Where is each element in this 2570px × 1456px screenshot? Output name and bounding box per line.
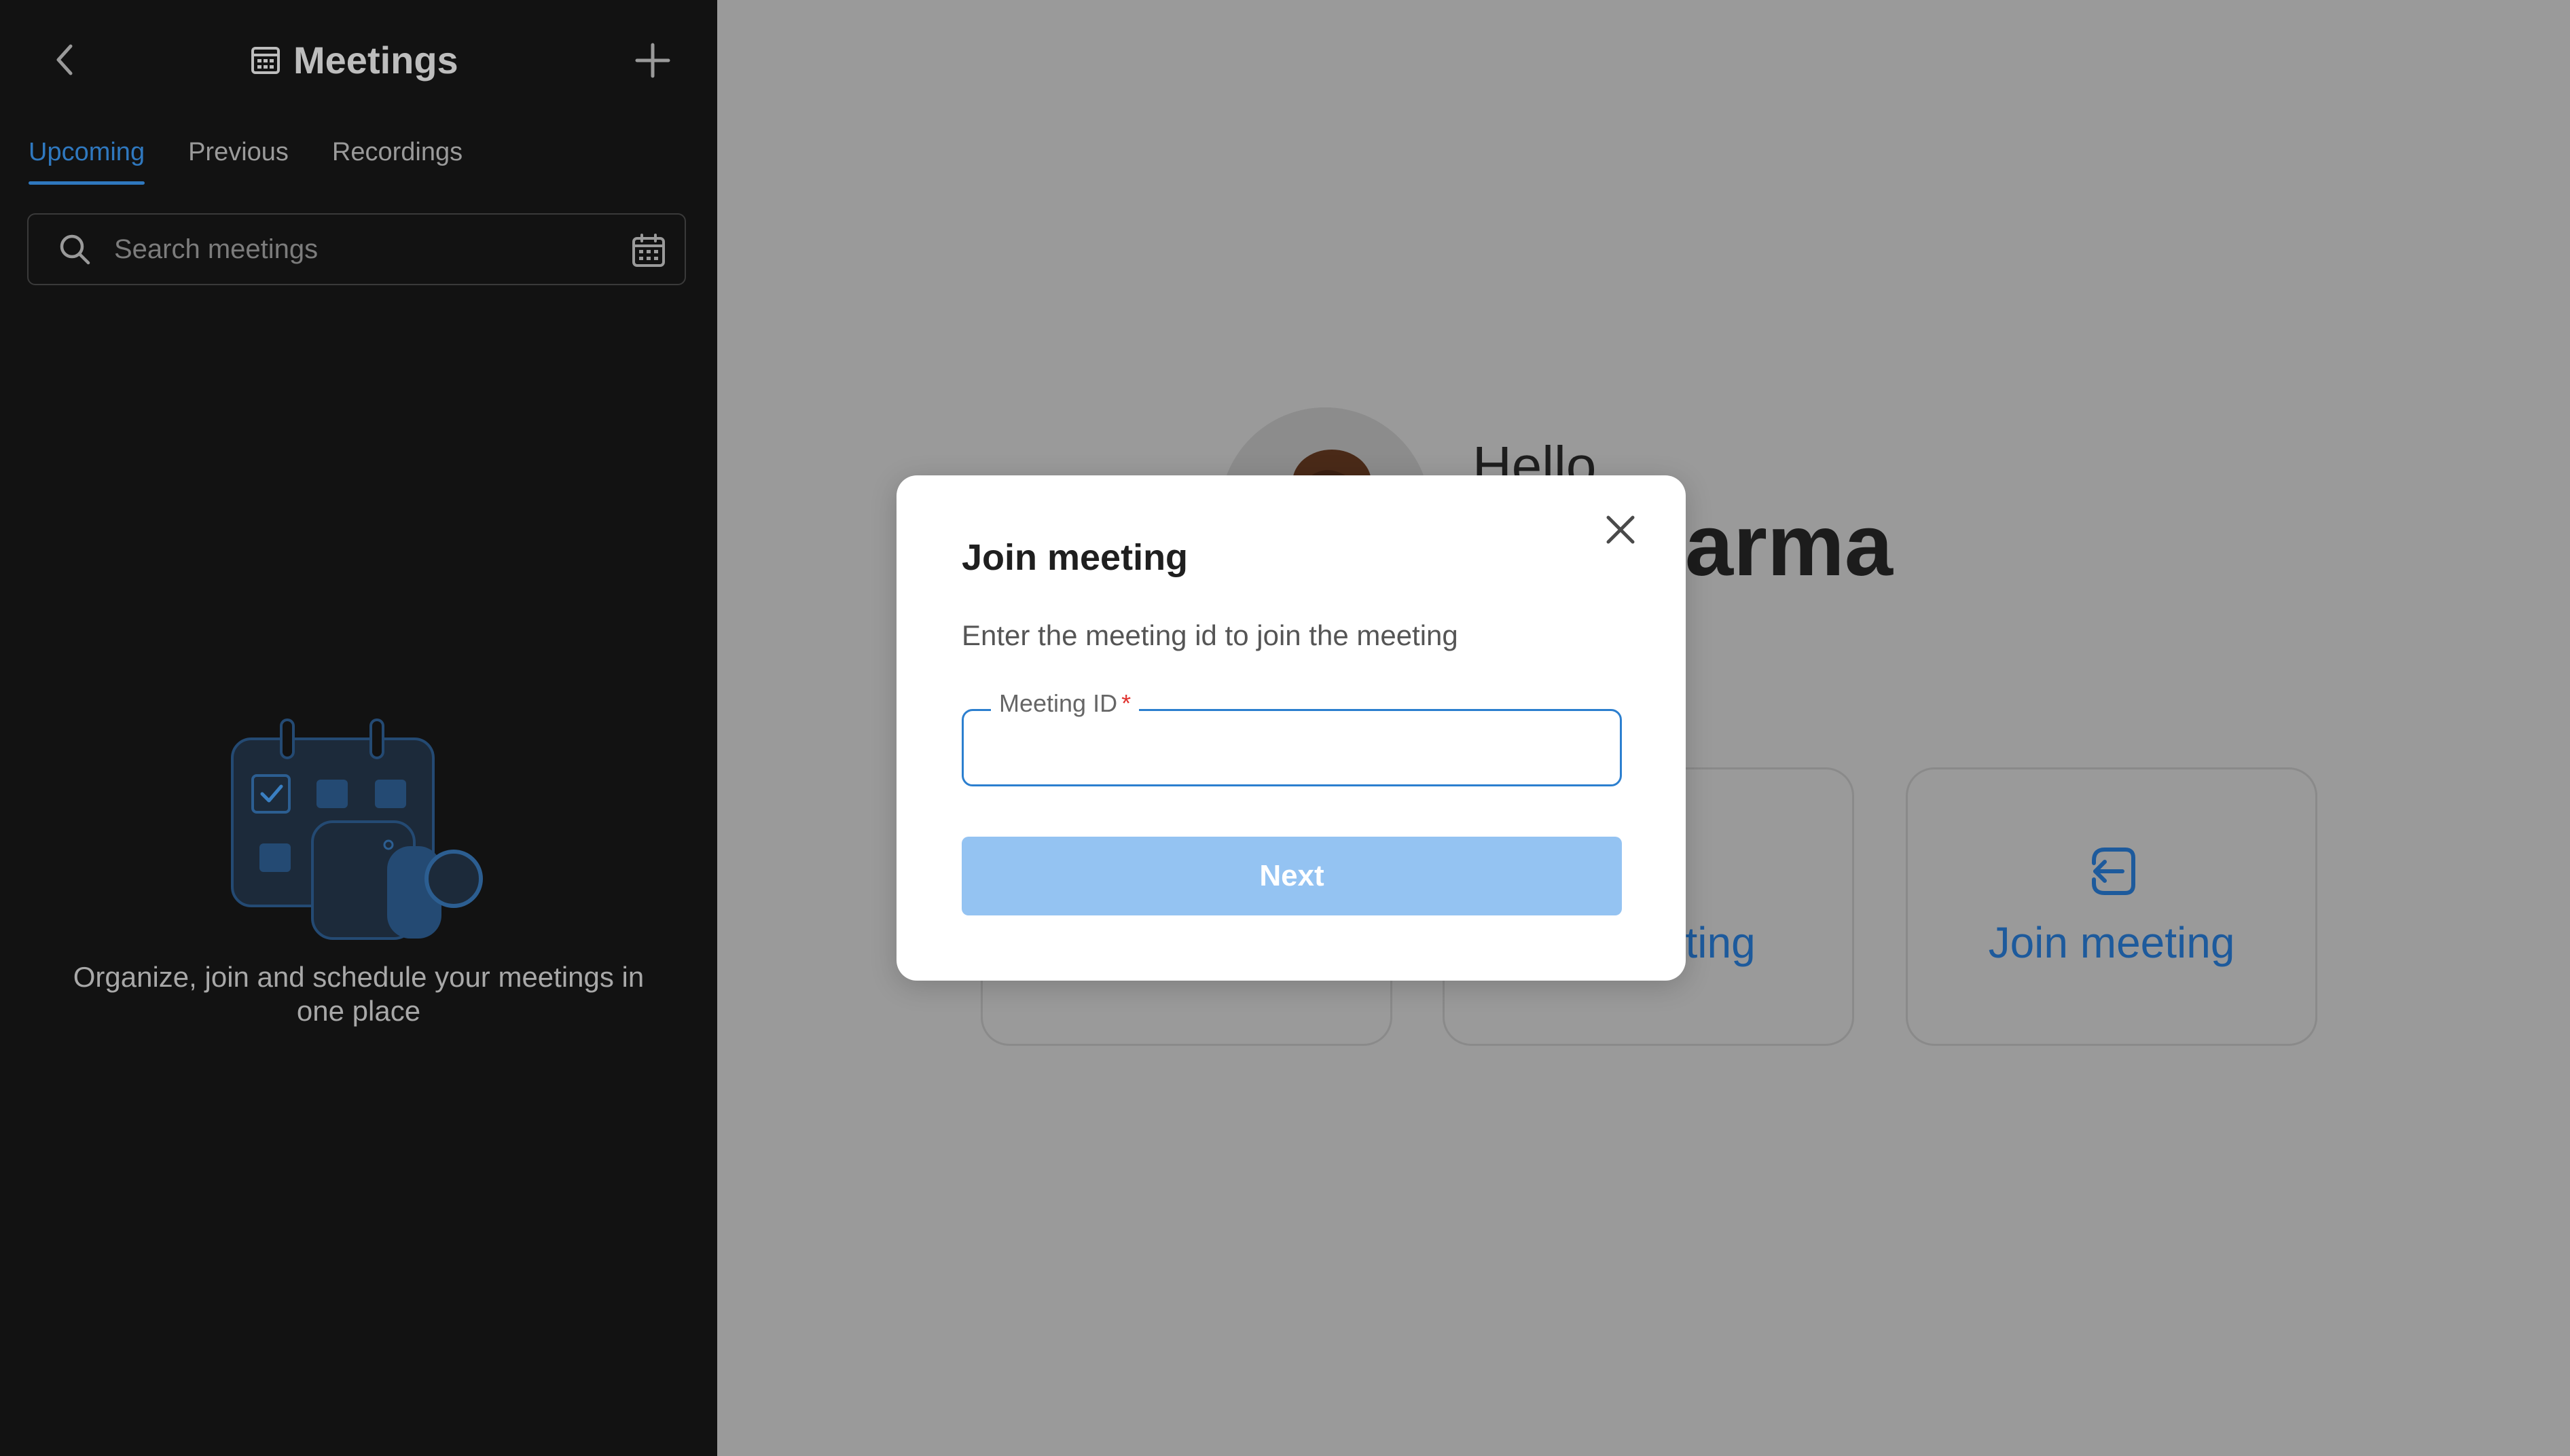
meeting-id-label: Meeting ID * xyxy=(991,687,1140,721)
search-icon xyxy=(60,234,90,265)
sidebar-title: Meetings xyxy=(293,38,458,81)
join-enter-icon xyxy=(2092,848,2135,895)
close-icon xyxy=(1606,515,1635,544)
meeting-id-label-text: Meeting ID xyxy=(999,689,1118,717)
meetings-sidebar: Meetings Upcoming Previous Recordings Se… xyxy=(0,0,717,1456)
back-button[interactable] xyxy=(45,39,86,80)
meeting-id-input[interactable] xyxy=(980,725,1608,774)
tab-recordings[interactable]: Recordings xyxy=(332,133,463,187)
chevron-left-icon xyxy=(56,44,73,75)
search-box xyxy=(27,213,686,285)
plus-icon xyxy=(635,43,670,78)
tab-upcoming[interactable]: Upcoming xyxy=(29,133,145,187)
empty-state-text: Organize, join and schedule your meeting… xyxy=(73,961,645,1027)
sidebar-header: Meetings xyxy=(0,0,717,122)
meeting-tabs: Upcoming Previous Recordings xyxy=(29,133,463,187)
calendar-camera-illustration xyxy=(231,718,483,940)
required-mark: * xyxy=(1121,689,1132,717)
calendar-filter-button[interactable] xyxy=(630,232,667,269)
calendar-icon xyxy=(632,234,665,267)
calendar-icon xyxy=(251,47,280,74)
close-button[interactable] xyxy=(1600,509,1641,550)
join-meeting-card-label: Join meeting xyxy=(1988,918,2235,967)
dialog-description: Enter the meeting id to join the meeting xyxy=(962,619,1458,651)
join-meeting-dialog: Join meeting Enter the meeting id to joi… xyxy=(897,475,1686,981)
search-input[interactable] xyxy=(113,233,632,266)
add-meeting-button[interactable] xyxy=(632,39,674,81)
meeting-id-field: Meeting ID * xyxy=(962,687,1622,786)
join-meeting-card[interactable]: Join meeting xyxy=(1906,767,2317,1046)
dialog-title: Join meeting xyxy=(962,537,1189,578)
next-button[interactable]: Next xyxy=(962,837,1622,915)
tab-previous[interactable]: Previous xyxy=(188,133,289,187)
sidebar-title-group: Meetings xyxy=(250,35,458,84)
